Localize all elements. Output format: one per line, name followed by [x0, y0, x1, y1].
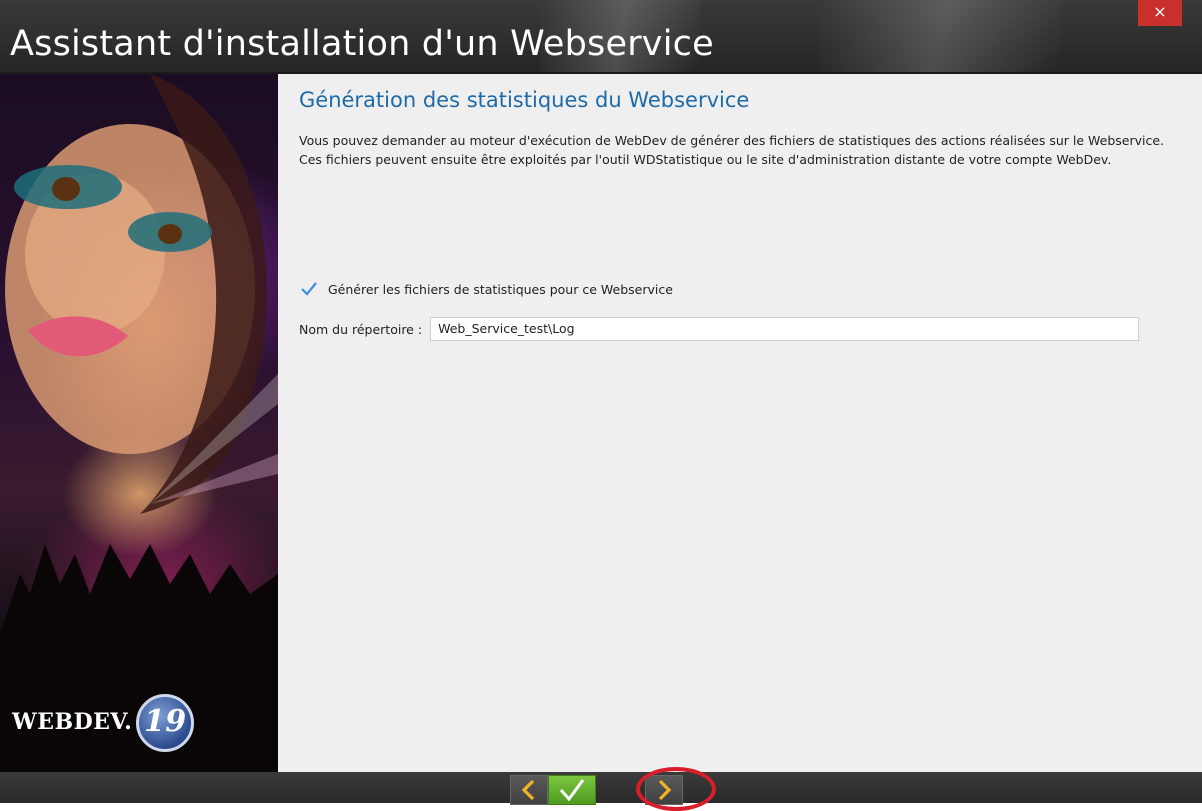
illustration-graphic — [0, 74, 278, 772]
statistics-checkbox[interactable] — [300, 280, 318, 298]
chevron-left-icon — [521, 779, 535, 801]
logo-version-badge: 19 — [136, 694, 195, 752]
step-description: Vous pouvez demander au moteur d'exécuti… — [299, 131, 1179, 169]
finish-button[interactable] — [548, 775, 596, 805]
next-button-highlight — [636, 767, 716, 811]
close-button[interactable]: × — [1138, 0, 1182, 26]
previous-button[interactable] — [510, 775, 548, 805]
button-bar — [0, 772, 1202, 803]
title-bar: Assistant d'installation d'un Webservice… — [0, 0, 1202, 74]
title-bar-decoration — [820, 0, 1060, 72]
directory-row: Nom du répertoire : Web_Service_test\Log — [299, 317, 1140, 341]
wizard-content: Génération des statistiques du Webservic… — [278, 74, 1202, 772]
description-paragraph: Ces fichiers peuvent ensuite être exploi… — [299, 152, 1112, 167]
step-heading: Génération des statistiques du Webservic… — [299, 88, 750, 112]
statistics-option[interactable]: Générer les fichiers de statistiques pou… — [300, 280, 673, 298]
window-title: Assistant d'installation d'un Webservice — [10, 24, 714, 64]
wizard-window: Assistant d'installation d'un Webservice… — [0, 0, 1202, 811]
description-paragraph: Vous pouvez demander au moteur d'exécuti… — [299, 133, 1165, 148]
close-icon: × — [1153, 2, 1167, 21]
logo-text: WEBDEV. — [12, 709, 133, 735]
webdev-logo: WEBDEV. 19 — [12, 694, 195, 752]
check-icon — [559, 779, 585, 802]
statistics-checkbox-label: Générer les fichiers de statistiques pou… — [328, 281, 673, 297]
directory-input[interactable]: Web_Service_test\Log — [430, 317, 1140, 341]
sidebar-illustration: WEBDEV. 19 — [0, 74, 278, 772]
directory-label: Nom du répertoire : — [299, 321, 423, 337]
checkmark-icon — [301, 282, 317, 296]
